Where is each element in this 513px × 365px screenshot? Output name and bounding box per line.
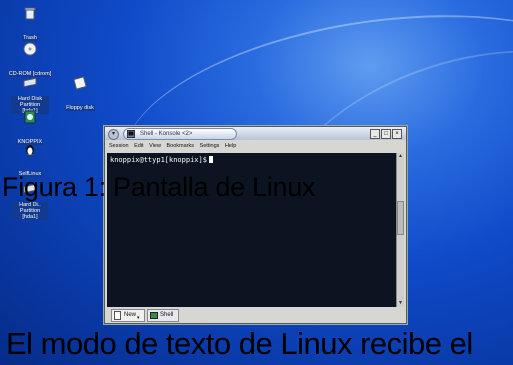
menubar: Session Edit View Bookmarks Settings Hel…: [105, 141, 406, 151]
desktop-icon-label: Floppy disk: [65, 105, 95, 111]
menu-help[interactable]: Help: [225, 143, 236, 149]
bottom-overlay-text: El modo de texto de Linux recibe el: [6, 326, 473, 361]
minimize-button[interactable]: _: [370, 129, 380, 139]
tab-shell[interactable]: Shell: [147, 309, 179, 322]
window-menu-icon[interactable]: ▾: [108, 129, 119, 140]
menu-view[interactable]: View: [149, 143, 161, 149]
maximize-button[interactable]: □: [381, 129, 391, 139]
figure-caption: Figura 1: Pantalla de Linux: [2, 172, 316, 202]
scrollbar-thumb[interactable]: [397, 201, 404, 235]
cdrom-icon: [23, 42, 37, 56]
new-session-button[interactable]: New ▾: [111, 309, 145, 322]
window-titlebar[interactable]: ▾ Shell - Konsole <2> _ □ ×: [105, 127, 406, 140]
text-cursor: [208, 156, 213, 163]
new-label: New: [124, 312, 137, 318]
knoppix-icon: [24, 110, 36, 124]
menu-bookmarks[interactable]: Bookmarks: [166, 143, 194, 149]
window-title: Shell - Konsole <2>: [123, 128, 237, 140]
new-document-icon: [114, 311, 121, 320]
desktop-icon-label: Trash: [22, 35, 38, 41]
vertical-scrollbar[interactable]: ▲ ▼: [396, 153, 404, 307]
shell-label: Shell: [160, 312, 174, 318]
menu-session[interactable]: Session: [109, 143, 129, 149]
scroll-down-icon[interactable]: ▼: [397, 300, 404, 307]
trash-icon: [24, 7, 36, 20]
desktop-icon-cdrom[interactable]: CD-ROM [cdrom]: [0, 42, 60, 80]
konsole-window[interactable]: ▾ Shell - Konsole <2> _ □ × Session Edit…: [104, 126, 407, 324]
shell-tab-icon: [150, 312, 158, 319]
menu-edit[interactable]: Edit: [134, 143, 143, 149]
desktop-icon-trash[interactable]: Trash: [0, 6, 60, 44]
desktop-icon-floppy[interactable]: Floppy disk: [50, 76, 110, 114]
session-tabbar: New ▾ Shell: [107, 309, 404, 322]
hard-disk-icon: [23, 77, 37, 88]
scroll-up-icon[interactable]: ▲: [397, 153, 404, 160]
floppy-icon: [73, 76, 87, 90]
prompt-text: knoppix@ttyp1[knoppix]$: [110, 156, 207, 164]
menu-settings[interactable]: Settings: [200, 143, 220, 149]
desktop-background: Trash CD-ROM [cdrom] Hard Disk Partition…: [0, 0, 513, 365]
desktop-icon-label: Hard Di.. Partition [hda1]: [12, 202, 48, 220]
tux-icon: [26, 145, 34, 155]
chevron-down-icon: ▾: [137, 315, 140, 321]
shell-prompt: knoppix@ttyp1[knoppix]$: [110, 156, 213, 164]
konsole-app-icon: [127, 130, 135, 138]
close-button[interactable]: ×: [392, 129, 402, 139]
